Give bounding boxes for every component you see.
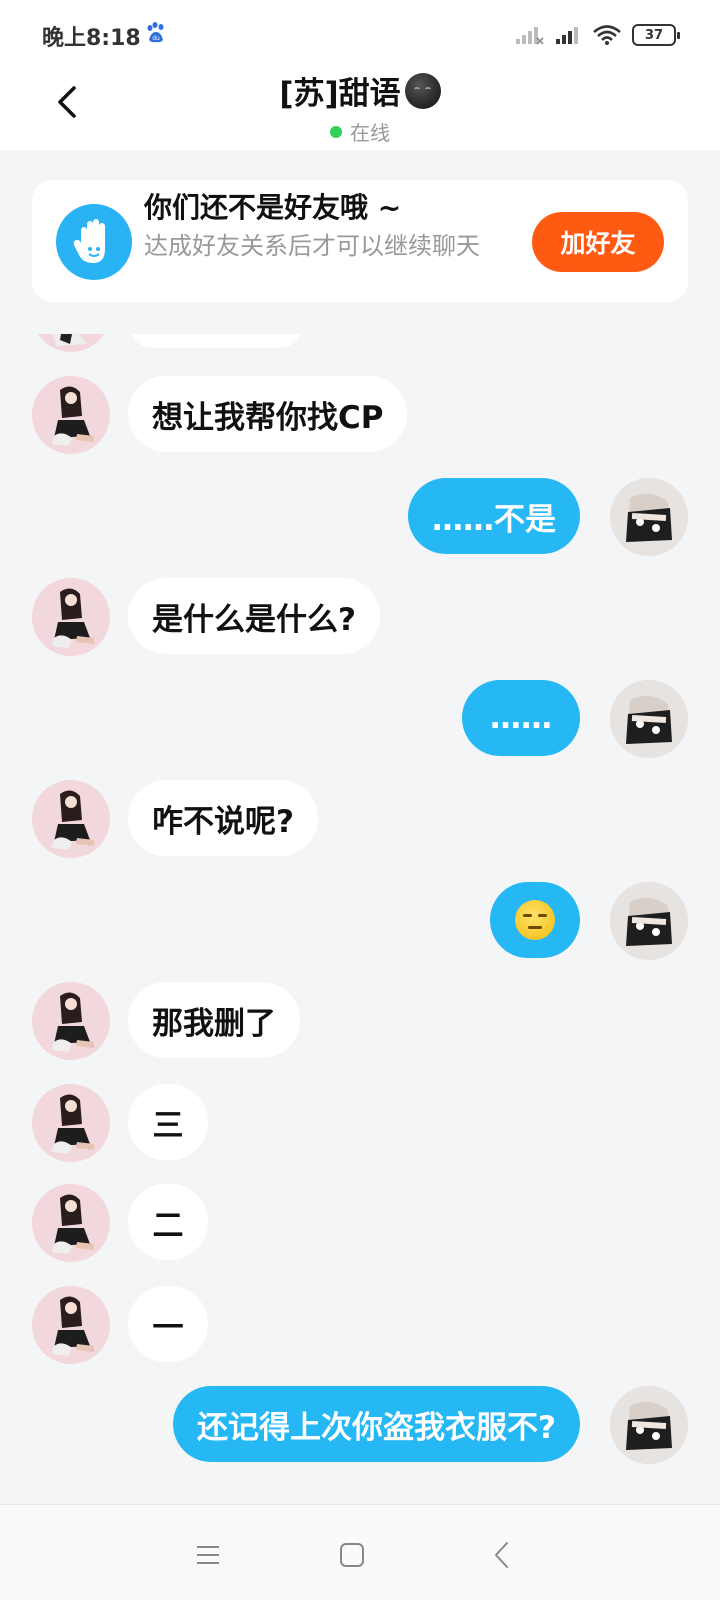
back-icon: [495, 1542, 508, 1568]
message-bubble[interactable]: 一: [128, 1286, 208, 1362]
wifi-icon: [593, 25, 621, 45]
new-moon-face-icon: [404, 72, 441, 109]
avatar[interactable]: [610, 882, 688, 960]
card-description: 达成好友关系后才可以继续聊天: [144, 232, 480, 260]
status-icons: 37: [514, 22, 680, 48]
avatar: [32, 334, 110, 352]
avatar[interactable]: [32, 982, 110, 1060]
status-time: 晚上8:18: [42, 26, 141, 51]
title-block: [苏]甜语 在线: [0, 68, 720, 146]
message-bubble[interactable]: 那我删了: [128, 982, 300, 1058]
previous-message-partial: [0, 334, 720, 374]
status-bar: 晚上8:18 du 37: [0, 0, 720, 66]
back-nav-button[interactable]: [480, 1533, 524, 1577]
hand-icon: [56, 204, 132, 280]
expressionless-face-icon: [515, 900, 555, 940]
menu-button[interactable]: [186, 1533, 230, 1577]
message-bubble: [128, 334, 304, 348]
home-icon: [340, 1543, 364, 1567]
message-bubble[interactable]: 三: [128, 1084, 208, 1160]
friend-request-card: 你们还不是好友哦 ~ 达成好友关系后才可以继续聊天 加好友: [32, 180, 688, 302]
avatar[interactable]: [32, 1084, 110, 1162]
contact-name: [苏]甜语: [279, 76, 401, 112]
card-title: 你们还不是好友哦 ~: [144, 191, 402, 224]
message-bubble[interactable]: 想让我帮你找CP: [128, 376, 408, 452]
add-friend-button[interactable]: 加好友: [532, 212, 664, 272]
avatar[interactable]: [32, 1286, 110, 1364]
chat-header: [苏]甜语 在线: [0, 66, 720, 150]
battery-icon: 37: [632, 24, 680, 46]
chat-title[interactable]: [苏]甜语: [279, 68, 441, 113]
online-dot-icon: [330, 125, 342, 138]
signal-icon: [516, 27, 544, 45]
avatar[interactable]: [610, 1386, 688, 1464]
message-bubble[interactable]: 还记得上次你盗我衣服不?: [173, 1386, 580, 1462]
message-bubble[interactable]: [490, 882, 580, 958]
svg-text:du: du: [152, 35, 160, 42]
online-status-label: 在线: [350, 121, 390, 145]
avatar[interactable]: [610, 680, 688, 758]
message-bubble[interactable]: 咋不说呢?: [128, 780, 318, 856]
avatar[interactable]: [32, 1184, 110, 1262]
home-button[interactable]: [330, 1533, 374, 1577]
avatar[interactable]: [32, 780, 110, 858]
baidu-icon: du: [147, 22, 164, 43]
message-bubble[interactable]: ……: [462, 680, 580, 756]
menu-icon: [197, 1546, 219, 1564]
online-status: 在线: [0, 117, 720, 146]
system-nav-bar: [0, 1504, 720, 1600]
message-bubble[interactable]: 是什么是什么?: [128, 578, 380, 654]
avatar[interactable]: [610, 478, 688, 556]
avatar[interactable]: [32, 376, 110, 454]
message-bubble[interactable]: ……不是: [408, 478, 580, 554]
message-bubble[interactable]: 二: [128, 1184, 208, 1260]
avatar[interactable]: [32, 578, 110, 656]
signal-icon: [556, 27, 578, 44]
